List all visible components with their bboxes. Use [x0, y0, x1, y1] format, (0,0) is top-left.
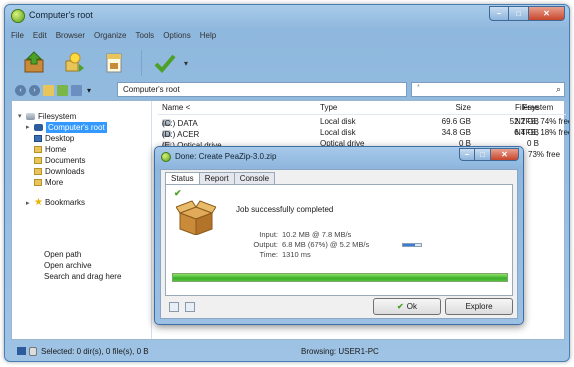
- open-archive-link[interactable]: Open archive: [44, 260, 121, 271]
- search-drag-link[interactable]: Search and drag here: [44, 271, 121, 282]
- explore-button[interactable]: Explore: [445, 298, 513, 315]
- compression-ratio-fill: [403, 244, 416, 246]
- done-dialog: Done: Create PeaZip-3.0.zip – □ ✕ Status…: [154, 146, 524, 325]
- time-stat: Time: 1310 ms: [259, 250, 311, 259]
- filesystem-icon: [26, 113, 35, 120]
- input-stat: Input: 10.2 MB @ 7.8 MB/s: [259, 230, 352, 239]
- selection-status: Selected: 0 dir(s), 0 file(s), 0 B: [41, 346, 149, 356]
- extract-icon[interactable]: [61, 50, 87, 76]
- tree-item-more[interactable]: More: [18, 177, 107, 188]
- address-bar: ‹ › ▾ Computer's root * ⌕: [11, 82, 565, 98]
- column-name[interactable]: Name <: [162, 103, 190, 112]
- table-row[interactable]: (D:) ACER Local disk 34.8 GB 6.4 GB NTFS…: [158, 126, 569, 139]
- title-bar[interactable]: Computer's root – □ ✕: [5, 5, 569, 27]
- checkmark-icon: ✔: [397, 302, 404, 311]
- compression-ratio-bar: [402, 243, 422, 247]
- tree-item-filesystem[interactable]: ▾ Filesystem: [18, 111, 107, 122]
- open-folder-icon[interactable]: [169, 302, 179, 312]
- tab-console[interactable]: Console: [233, 172, 276, 184]
- menu-browser[interactable]: Browser: [56, 31, 85, 40]
- dialog-maximize-button[interactable]: □: [475, 148, 491, 161]
- window-title: Computer's root: [29, 10, 93, 20]
- column-type[interactable]: Type: [320, 103, 337, 112]
- maximize-button[interactable]: □: [509, 6, 529, 21]
- address-input[interactable]: Computer's root: [117, 82, 407, 97]
- computer-icon: [34, 124, 43, 131]
- progress-bar: [172, 273, 508, 282]
- archive-box-icon: [175, 199, 217, 236]
- checkmark-icon[interactable]: [152, 50, 178, 76]
- up-folder-icon[interactable]: [43, 84, 54, 96]
- peazip-app-icon: [11, 9, 25, 23]
- tree-item-documents[interactable]: Documents: [18, 155, 107, 166]
- table-row[interactable]: (C:) DATA Local disk 69.6 GB 52.2 GB NTF…: [158, 115, 569, 128]
- menu-help[interactable]: Help: [200, 31, 216, 40]
- log-icon[interactable]: [185, 302, 195, 312]
- bookmarks-node[interactable]: ▸ ★ Bookmarks: [26, 197, 85, 208]
- open-path-link[interactable]: Open path: [44, 249, 121, 260]
- tree-item-computers-root[interactable]: ▸ Computer's root: [18, 122, 107, 133]
- folder-icon: [34, 168, 42, 175]
- ok-button[interactable]: ✔ Ok: [373, 298, 441, 315]
- star-icon: ★: [34, 197, 43, 208]
- column-filesystem[interactable]: Filesystem: [515, 103, 553, 112]
- tree-item-home[interactable]: Home: [18, 144, 107, 155]
- menu-options[interactable]: Options: [163, 31, 191, 40]
- dialog-body: Status Report Console ✔ Job successfully…: [160, 169, 518, 319]
- search-input[interactable]: * ⌕: [411, 82, 565, 97]
- swap-icon[interactable]: [71, 84, 82, 96]
- column-size[interactable]: Size: [413, 103, 471, 112]
- completion-message: Job successfully completed: [236, 205, 334, 214]
- progress-fill: [173, 274, 507, 281]
- lock-icon: [29, 346, 37, 356]
- status-panel: ✔ Job successfully completed Input: 10.2 …: [165, 184, 513, 296]
- menu-tools[interactable]: Tools: [136, 31, 155, 40]
- folder-icon: [34, 157, 42, 164]
- test-archive-icon[interactable]: [101, 50, 127, 76]
- search-filter: *: [417, 84, 420, 91]
- refresh-icon[interactable]: [57, 84, 68, 96]
- close-button[interactable]: ✕: [529, 6, 565, 21]
- sidebar-links: Open path Open archive Search and drag h…: [44, 249, 121, 282]
- success-check-icon: ✔: [174, 188, 182, 198]
- dialog-title: Done: Create PeaZip-3.0.zip: [175, 152, 277, 161]
- toolbar-separator: [141, 50, 142, 76]
- menu-organize[interactable]: Organize: [94, 31, 126, 40]
- toolbar: ▾: [11, 45, 565, 81]
- folder-icon: [34, 179, 42, 186]
- output-stat: Output: 6.8 MB (67%) @ 5.2 MB/s: [246, 240, 422, 250]
- computer-icon: [17, 347, 26, 355]
- forward-icon[interactable]: ›: [29, 84, 40, 96]
- history-chevron-icon[interactable]: ▾: [87, 86, 91, 95]
- menu-bar: File Edit Browser Organize Tools Options…: [11, 31, 216, 40]
- tree-item-desktop[interactable]: Desktop: [18, 133, 107, 144]
- dialog-minimize-button[interactable]: –: [459, 148, 475, 161]
- dialog-close-button[interactable]: ✕: [491, 148, 519, 161]
- chevron-down-icon[interactable]: ▾: [184, 59, 188, 68]
- browsing-status: Browsing: USER1-PC: [301, 346, 379, 356]
- job-stats: Input: 10.2 MB @ 7.8 MB/s Output: 6.8 MB (…: [246, 230, 422, 260]
- tab-report[interactable]: Report: [198, 172, 235, 184]
- file-list-header: Name < Type Size Free Filesystem: [158, 101, 566, 115]
- folder-tree: ▾ Filesystem ▸ Computer's root Desktop Hom…: [18, 111, 107, 188]
- add-archive-icon[interactable]: [21, 50, 47, 76]
- menu-edit[interactable]: Edit: [33, 31, 47, 40]
- peazip-app-icon: [161, 152, 171, 162]
- back-icon[interactable]: ‹: [15, 84, 26, 96]
- search-icon[interactable]: ⌕: [556, 84, 561, 95]
- sidebar: ▾ Filesystem ▸ Computer's root Desktop Hom…: [12, 101, 152, 339]
- minimize-button[interactable]: –: [489, 6, 509, 21]
- menu-file[interactable]: File: [11, 31, 24, 40]
- desktop-icon: [34, 135, 42, 142]
- folder-icon: [34, 146, 42, 153]
- tree-item-downloads[interactable]: Downloads: [18, 166, 107, 177]
- status-bar: Selected: 0 dir(s), 0 file(s), 0 B Brows…: [11, 343, 565, 359]
